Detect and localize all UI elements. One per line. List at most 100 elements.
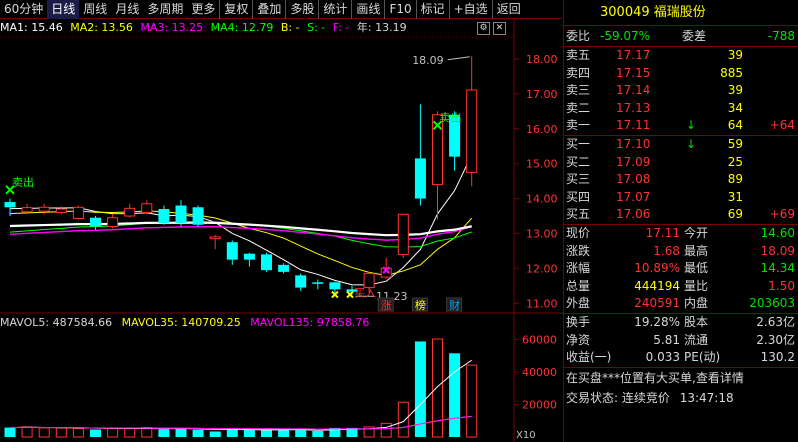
bids-price: 17.10 (616, 136, 651, 151)
bids-price: 17.06 (616, 207, 651, 222)
asks-volume: 34 (727, 100, 743, 115)
kline-chart[interactable]: 18.00 17.00 16.00 15.00 14.00 13.00 12.00 11.00… (0, 0, 563, 442)
volume-bar (449, 353, 461, 437)
bids-volume: 25 (727, 154, 743, 169)
down-arrow-icon: ↓ (686, 118, 697, 133)
stat-row: 外盘 240591 内盘 203603 (564, 295, 798, 313)
asks-price: 17.17 (616, 48, 651, 62)
candle-body (226, 242, 238, 260)
stat-value: 203603 (749, 296, 795, 311)
ma2-value: MA2: 13.56 (70, 21, 133, 34)
volume-bar (312, 430, 324, 437)
ma-legend: MA1: 15.46 MA2: 13.56 MA3: 13.25 MA4: 12… (0, 20, 411, 36)
bid-book: 买一 17.10 ↓ 59 买二 17.09 25 买三 17.08 89 买四 17.07 31 买五 1… (564, 136, 798, 224)
volume-bar (466, 364, 478, 438)
stat-row: 涨幅 10.89% 最低 14.34 (564, 260, 798, 278)
stat-value: 1.68 (653, 243, 680, 258)
candle-body (312, 282, 324, 284)
bids-label: 买四 (566, 189, 591, 204)
stat-row: 净资 5.81 流通 2.30亿 (564, 332, 798, 350)
ma1-value: MA1: 15.46 (0, 21, 63, 34)
stat-label: 收益(一) (566, 350, 612, 365)
high-label: 18.09 (412, 54, 444, 67)
asks-row[interactable]: 卖二 17.13 34 (564, 100, 798, 118)
stat-value: 18.09 (760, 243, 795, 258)
s-signal: S: - (307, 21, 326, 34)
asks-label: 卖一 (566, 118, 591, 133)
buy-signal-label: 买入 (354, 286, 376, 299)
stat-value: 1.50 (768, 278, 795, 293)
b-signal: B: - (280, 21, 300, 34)
candle-body (209, 236, 221, 240)
asks-row[interactable]: 卖四 17.15 885 (564, 65, 798, 83)
asks-volume: 39 (727, 48, 743, 62)
asks-row[interactable]: 卖一 17.11 ↓ 64 +64 (564, 117, 798, 135)
volume-bar (432, 338, 443, 438)
volume-bar (261, 430, 272, 437)
stock-code: 300049 (600, 5, 650, 20)
volume-bar (72, 428, 84, 438)
trade-time: 13:47:18 (679, 390, 734, 405)
bids-label: 买二 (566, 154, 591, 169)
volume-bar (192, 429, 204, 437)
asks-row[interactable]: 卖三 17.14 39 (564, 82, 798, 100)
volume-bar (4, 427, 16, 437)
stat-value: 0.033 (645, 350, 680, 365)
bids-row[interactable]: 买四 17.07 31 (564, 189, 798, 207)
sell-signal-label: 卖出 (12, 175, 34, 189)
stat-value: 240591 (634, 296, 680, 311)
price-tick-label: 12.00 (526, 262, 558, 275)
asks-label: 卖三 (566, 83, 591, 98)
stat-label: 量比 (684, 278, 709, 293)
bids-price: 17.07 (616, 189, 651, 204)
weibi-row: 委比 -59.07% 委差 -788 (564, 26, 798, 46)
event-badge-label: 财 (449, 298, 460, 312)
trade-status: 交易状态: 连续竞价 13:47:18 (564, 388, 798, 408)
bids-price: 17.08 (616, 172, 651, 187)
volume-bar (158, 429, 170, 437)
candle-body (278, 264, 290, 272)
big-order-message[interactable]: 在买盘***位置有大买单,查看详情 (564, 368, 798, 388)
asks-row[interactable]: 卖五 17.17 39 (564, 47, 798, 65)
candle-body (192, 207, 204, 225)
stat-value: 19.28% (634, 314, 680, 329)
stat-label: 现价 (566, 225, 591, 240)
stat-value: 10.89% (634, 261, 680, 276)
mavol35-value: MAVOL35: 140709.25 (121, 316, 241, 329)
volume-bar (21, 426, 33, 438)
ma3-value: MA3: 13.25 (140, 21, 204, 34)
stat-row: 总量 444194 量比 1.50 (564, 278, 798, 296)
bids-row[interactable]: 买二 17.09 25 (564, 154, 798, 172)
bids-row[interactable]: 买一 17.10 ↓ 59 (564, 136, 798, 154)
stat-label: 股本 (684, 314, 709, 329)
asks-price: 17.14 (616, 83, 651, 98)
bids-volume: 89 (727, 172, 743, 187)
stat-value: 2.63亿 (756, 314, 795, 329)
candle-body (295, 275, 307, 288)
bids-row[interactable]: 买三 17.08 89 (564, 171, 798, 189)
settings-icon[interactable]: ⚙ (477, 22, 490, 35)
volume-bar (124, 428, 136, 438)
trade-status-value: 连续竞价 (621, 390, 670, 405)
volume-bar (278, 429, 290, 437)
weibi-label: 委比 (566, 29, 591, 43)
event-badge-label: 榜 (415, 298, 426, 312)
candle-body (414, 158, 426, 199)
candle-body (55, 208, 67, 214)
close-icon[interactable]: ✕ (493, 22, 506, 35)
candle-body (261, 254, 272, 271)
asks-volume: 64 (727, 118, 743, 133)
bids-change: +69 (769, 207, 795, 222)
year-value: 年: 13.19 (356, 21, 407, 34)
candle-body (397, 213, 409, 255)
asks-change: +64 (769, 118, 795, 133)
bids-label: 买三 (566, 172, 591, 187)
bids-volume: 31 (727, 189, 743, 204)
candle-body (107, 217, 119, 227)
volume-bar (243, 430, 255, 437)
asks-volume: 39 (727, 83, 743, 98)
chart-controls: ⚙ ✕ (477, 22, 513, 36)
volume-bar (55, 427, 67, 438)
candle-body (175, 205, 187, 223)
bids-row[interactable]: 买五 17.06 69 +69 (564, 206, 798, 224)
